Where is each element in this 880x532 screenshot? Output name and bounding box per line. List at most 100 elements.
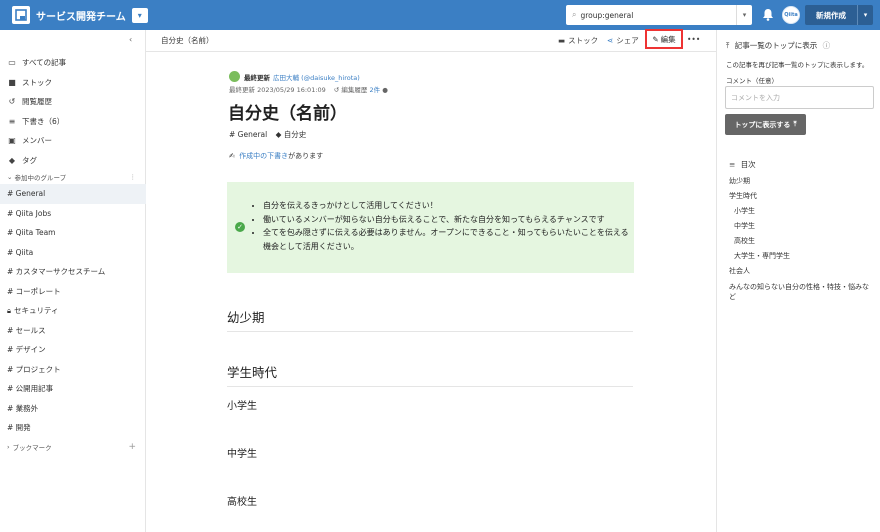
stock-button[interactable]: ▬ ストック xyxy=(558,35,598,46)
contributor-icon: ● xyxy=(382,86,388,94)
team-dropdown-button[interactable]: ▾ xyxy=(131,7,148,23)
search-input[interactable]: ⌕ group:general ▾ xyxy=(566,5,752,25)
heading-school-days: 学生時代 xyxy=(227,362,633,387)
article-body: 最終更新 広田大輔 (@daisuke_hirota) 最終更新 2023/05… xyxy=(146,52,716,532)
right-panel: ⤒ 記事一覧のトップに表示 ⓘ この記事を再び記事一覧のトップに表示します。 コ… xyxy=(716,30,880,532)
sidebar-group-sales[interactable]: # セールス xyxy=(0,321,146,341)
pin-top-icon: ⤒ xyxy=(726,41,730,50)
share-label: シェア xyxy=(616,36,639,45)
lock-icon: 🔒︎ xyxy=(7,305,11,315)
bookmark-section-header[interactable]: › ブックマーク + xyxy=(0,438,146,456)
collapse-sidebar-icon[interactable]: ‹ xyxy=(129,35,132,44)
sidebar-item-stock[interactable]: ■ ストック xyxy=(0,73,146,93)
edit-label: 編集 xyxy=(660,34,676,44)
share-icon: ⋖ xyxy=(607,36,614,45)
sidebar-group-corporate[interactable]: # コーポレート xyxy=(0,282,146,302)
toc-item[interactable]: 幼少期 xyxy=(729,174,873,189)
heading-elementary: 小学生 xyxy=(227,401,257,412)
tag-general[interactable]: # General xyxy=(229,130,267,139)
sidebar: ‹ ▭ すべての記事 ■ ストック ↺ 閲覧履歴 ≡ 下書き（6） ▣ メンバー… xyxy=(0,30,146,532)
sidebar-item-label: ストック xyxy=(22,77,52,87)
sidebar-item-all-articles[interactable]: ▭ すべての記事 xyxy=(0,53,146,73)
toc-item[interactable]: 中学生 xyxy=(729,219,873,234)
draft-icon: ✍︎ xyxy=(229,152,235,160)
more-vertical-icon[interactable]: ⋮ xyxy=(130,173,137,181)
toc-item[interactable]: 高校生 xyxy=(729,234,873,249)
draft-link[interactable]: 作成中の下書き xyxy=(239,152,288,160)
author-link[interactable]: 広田大輔 (@daisuke_hirota) xyxy=(273,72,360,82)
pin-heading-label: 記事一覧のトップに表示 xyxy=(734,41,818,50)
share-button[interactable]: ⋖ シェア xyxy=(607,35,639,46)
user-avatar[interactable]: Qiita xyxy=(782,6,800,24)
sidebar-item-label: 下書き（6） xyxy=(22,116,65,126)
sidebar-group-qiita[interactable]: # Qiita xyxy=(0,243,146,263)
groups-section-header[interactable]: ⌄ 参加中のグループ ⋮ xyxy=(0,170,146,184)
sidebar-group-general[interactable]: # General xyxy=(0,184,146,204)
history-icon: ↺ xyxy=(8,97,16,107)
add-bookmark-icon[interactable]: + xyxy=(128,442,136,452)
heading-junior-high: 中学生 xyxy=(227,449,257,460)
sidebar-item-history[interactable]: ↺ 閲覧履歴 xyxy=(0,92,146,112)
toc-item[interactable]: みんなの知らない自分の性格・特技・悩みなど xyxy=(729,282,873,302)
sidebar-group-qiita-jobs[interactable]: # Qiita Jobs xyxy=(0,204,146,224)
article-meta: 最終更新 2023/05/29 16:01:09 ↺ 編集履歴 2件 ● xyxy=(229,84,388,94)
sidebar-item-label: メンバー xyxy=(22,136,52,146)
author-avatar[interactable] xyxy=(229,71,240,82)
sidebar-group-design[interactable]: # デザイン xyxy=(0,340,146,360)
updated-at: 最終更新 2023/05/29 16:01:09 xyxy=(229,86,326,94)
toc-item[interactable]: 大学生・専門学生 xyxy=(729,249,873,264)
pin-top-icon: ⤒ xyxy=(793,120,797,128)
bookmark-label: ブックマーク xyxy=(12,443,52,452)
sidebar-item-drafts[interactable]: ≡ 下書き（6） xyxy=(0,112,146,132)
list-icon: ≡ xyxy=(729,160,736,169)
pin-heading: ⤒ 記事一覧のトップに表示 ⓘ xyxy=(726,40,830,51)
edit-history-label[interactable]: 編集履歴 xyxy=(341,86,367,94)
chevron-down-icon[interactable]: ▾ xyxy=(857,5,873,25)
more-options-icon[interactable]: ••• xyxy=(687,35,700,44)
comment-input[interactable] xyxy=(725,86,874,109)
note-list: 自分を伝えるきっかけとして活用してください！ 働いているメンバーが知らない自分も… xyxy=(263,199,631,253)
sidebar-group-customer-success[interactable]: # カスタマーサクセスチーム xyxy=(0,262,146,282)
heading-childhood: 幼少期 xyxy=(227,307,633,332)
sidebar-group-security[interactable]: 🔒︎ セキュリティ xyxy=(0,301,146,321)
draft-notice: ✍︎ 作成中の下書きがあります xyxy=(229,151,323,161)
new-article-button[interactable]: 新規作成 ▾ xyxy=(805,5,873,25)
toc-item[interactable]: 小学生 xyxy=(729,204,873,219)
check-circle-icon: ✓ xyxy=(235,222,245,232)
team-name[interactable]: サービス開発チーム xyxy=(36,8,126,23)
sidebar-group-label: セキュリティ xyxy=(14,306,59,316)
team-logo-icon[interactable] xyxy=(12,6,30,24)
member-icon: ▣ xyxy=(8,136,16,146)
sidebar-item-label: すべての記事 xyxy=(22,58,67,68)
heading-high-school: 高校生 xyxy=(227,497,257,508)
chevron-right-icon: › xyxy=(7,442,10,451)
help-icon[interactable]: ⓘ xyxy=(823,41,831,50)
page-title: 自分史（名前） xyxy=(228,104,347,124)
folder-icon: ▬ xyxy=(558,36,566,45)
stock-label: ストック xyxy=(568,36,599,45)
table-of-contents: 幼少期 学生時代 小学生 中学生 高校生 大学生・専門学生 社会人 みんなの知ら… xyxy=(729,174,873,302)
list-item: 働いているメンバーが知らない自分も伝えることで、新たな自分を知ってもらえるチャン… xyxy=(263,213,631,227)
sidebar-group-public-articles[interactable]: # 公開用記事 xyxy=(0,379,146,399)
tag-self-history[interactable]: 自分史 xyxy=(284,130,307,139)
search-dropdown-icon[interactable]: ▾ xyxy=(736,5,752,25)
sidebar-group-project[interactable]: # プロジェクト xyxy=(0,360,146,380)
comment-label: コメント（任意） xyxy=(726,77,778,85)
edit-count-link[interactable]: 2件 xyxy=(369,86,380,94)
sidebar-group-development[interactable]: # 開発 xyxy=(0,418,146,438)
success-note: ✓ 自分を伝えるきっかけとして活用してください！ 働いているメンバーが知らない自… xyxy=(227,182,634,273)
edit-button[interactable]: ✎ 編集 xyxy=(645,29,683,49)
article-tags: # General ◆ 自分史 xyxy=(229,129,306,140)
bell-icon[interactable] xyxy=(762,8,774,23)
toc-item[interactable]: 学生時代 xyxy=(729,189,873,204)
pin-to-top-button[interactable]: トップに表示する ⤒ xyxy=(725,114,806,135)
sidebar-group-qiita-team[interactable]: # Qiita Team xyxy=(0,223,146,243)
toc-item[interactable]: 社会人 xyxy=(729,264,873,279)
sidebar-item-members[interactable]: ▣ メンバー xyxy=(0,131,146,151)
toc-heading: ≡ 目次 xyxy=(729,159,756,170)
inbox-icon: ▭ xyxy=(8,58,16,68)
draft-icon: ≡ xyxy=(8,116,16,126)
sidebar-group-off-work[interactable]: # 業務外 xyxy=(0,399,146,419)
sidebar-item-tags[interactable]: ◆ タグ xyxy=(0,151,146,171)
tag-icon: ◆ xyxy=(275,130,282,139)
